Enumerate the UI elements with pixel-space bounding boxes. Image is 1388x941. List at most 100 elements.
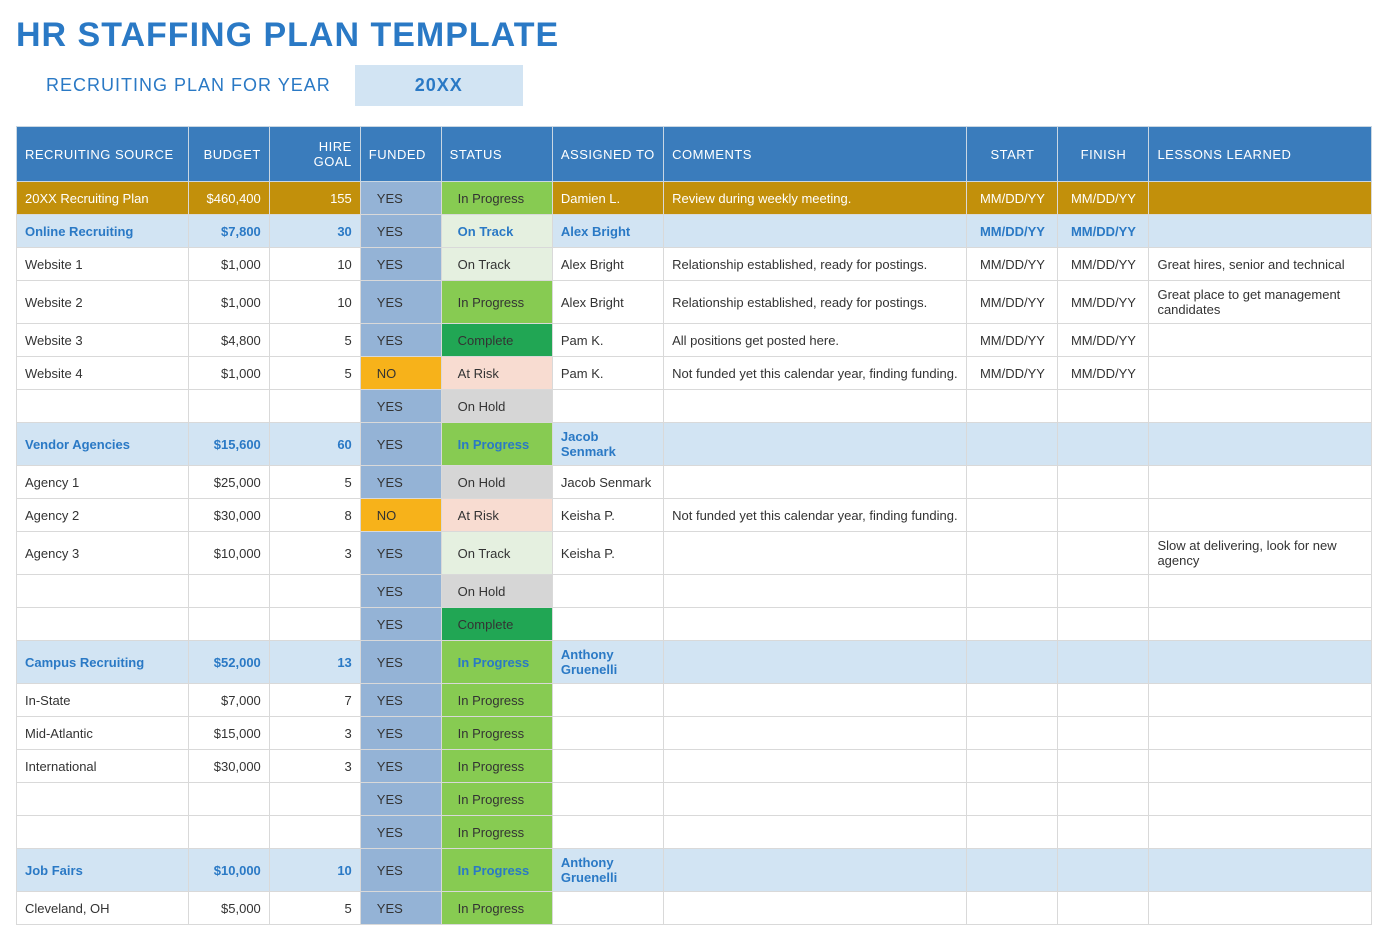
cell-assigned[interactable]	[552, 750, 663, 783]
cell-lessons[interactable]	[1149, 499, 1372, 532]
cell-funded[interactable]: YES	[360, 390, 441, 423]
cell-hire[interactable]: 3	[269, 750, 360, 783]
cell-start[interactable]: MM/DD/YY	[967, 248, 1058, 281]
cell-start[interactable]	[967, 499, 1058, 532]
cell-comments[interactable]	[664, 390, 967, 423]
cell-budget[interactable]	[188, 390, 269, 423]
cell-source[interactable]: Agency 1	[17, 466, 189, 499]
cell-funded[interactable]: YES	[360, 281, 441, 324]
cell-start[interactable]	[967, 892, 1058, 925]
cell-status[interactable]: In Progress	[441, 281, 552, 324]
cell-finish[interactable]: MM/DD/YY	[1058, 324, 1149, 357]
cell-start[interactable]	[967, 608, 1058, 641]
cell-funded[interactable]: NO	[360, 357, 441, 390]
cell-comments[interactable]	[664, 532, 967, 575]
cell-hire[interactable]: 5	[269, 324, 360, 357]
cell-start[interactable]	[967, 816, 1058, 849]
cell-budget[interactable]: $4,800	[188, 324, 269, 357]
cell-comments[interactable]	[664, 641, 967, 684]
cell-assigned[interactable]	[552, 684, 663, 717]
cell-assigned[interactable]: Anthony Gruenelli	[552, 849, 663, 892]
cell-lessons[interactable]	[1149, 816, 1372, 849]
cell-lessons[interactable]: Great hires, senior and technical	[1149, 248, 1372, 281]
cell-finish[interactable]	[1058, 783, 1149, 816]
cell-budget[interactable]	[188, 608, 269, 641]
cell-source[interactable]	[17, 783, 189, 816]
cell-finish[interactable]	[1058, 684, 1149, 717]
cell-budget[interactable]: $5,000	[188, 892, 269, 925]
cell-source[interactable]: Vendor Agencies	[17, 423, 189, 466]
cell-comments[interactable]: Review during weekly meeting.	[664, 182, 967, 215]
cell-budget[interactable]	[188, 575, 269, 608]
cell-assigned[interactable]	[552, 717, 663, 750]
cell-finish[interactable]: MM/DD/YY	[1058, 281, 1149, 324]
cell-hire[interactable]	[269, 608, 360, 641]
cell-status[interactable]: In Progress	[441, 750, 552, 783]
cell-lessons[interactable]	[1149, 575, 1372, 608]
cell-status[interactable]: On Track	[441, 248, 552, 281]
cell-finish[interactable]	[1058, 750, 1149, 783]
cell-source[interactable]	[17, 575, 189, 608]
cell-comments[interactable]	[664, 816, 967, 849]
cell-source[interactable]: Online Recruiting	[17, 215, 189, 248]
cell-assigned[interactable]	[552, 575, 663, 608]
cell-status[interactable]: On Hold	[441, 390, 552, 423]
cell-status[interactable]: In Progress	[441, 717, 552, 750]
cell-hire[interactable]: 60	[269, 423, 360, 466]
cell-assigned[interactable]: Alex Bright	[552, 215, 663, 248]
cell-status[interactable]: In Progress	[441, 423, 552, 466]
cell-status[interactable]: Complete	[441, 608, 552, 641]
cell-lessons[interactable]	[1149, 641, 1372, 684]
cell-funded[interactable]: YES	[360, 750, 441, 783]
cell-funded[interactable]: NO	[360, 499, 441, 532]
cell-start[interactable]	[967, 423, 1058, 466]
cell-lessons[interactable]	[1149, 324, 1372, 357]
cell-assigned[interactable]: Alex Bright	[552, 281, 663, 324]
cell-status[interactable]: At Risk	[441, 357, 552, 390]
cell-start[interactable]: MM/DD/YY	[967, 324, 1058, 357]
cell-hire[interactable]: 3	[269, 717, 360, 750]
cell-funded[interactable]: YES	[360, 532, 441, 575]
cell-source[interactable]: Agency 3	[17, 532, 189, 575]
cell-hire[interactable]	[269, 783, 360, 816]
cell-assigned[interactable]: Pam K.	[552, 324, 663, 357]
cell-assigned[interactable]	[552, 783, 663, 816]
cell-comments[interactable]	[664, 750, 967, 783]
cell-hire[interactable]: 5	[269, 892, 360, 925]
cell-hire[interactable]: 30	[269, 215, 360, 248]
cell-finish[interactable]	[1058, 390, 1149, 423]
cell-source[interactable]: Campus Recruiting	[17, 641, 189, 684]
cell-comments[interactable]: All positions get posted here.	[664, 324, 967, 357]
cell-comments[interactable]	[664, 215, 967, 248]
cell-source[interactable]: Cleveland, OH	[17, 892, 189, 925]
cell-comments[interactable]: Not funded yet this calendar year, findi…	[664, 499, 967, 532]
cell-status[interactable]: On Track	[441, 215, 552, 248]
cell-lessons[interactable]	[1149, 750, 1372, 783]
cell-funded[interactable]: YES	[360, 892, 441, 925]
cell-finish[interactable]: MM/DD/YY	[1058, 215, 1149, 248]
cell-source[interactable]: 20XX Recruiting Plan	[17, 182, 189, 215]
cell-budget[interactable]: $30,000	[188, 499, 269, 532]
cell-assigned[interactable]: Alex Bright	[552, 248, 663, 281]
cell-comments[interactable]	[664, 892, 967, 925]
cell-finish[interactable]	[1058, 423, 1149, 466]
cell-budget[interactable]: $30,000	[188, 750, 269, 783]
cell-status[interactable]: In Progress	[441, 182, 552, 215]
cell-finish[interactable]	[1058, 717, 1149, 750]
cell-start[interactable]	[967, 641, 1058, 684]
cell-status[interactable]: In Progress	[441, 816, 552, 849]
cell-hire[interactable]: 5	[269, 357, 360, 390]
cell-comments[interactable]	[664, 608, 967, 641]
cell-start[interactable]: MM/DD/YY	[967, 215, 1058, 248]
cell-status[interactable]: On Hold	[441, 575, 552, 608]
cell-lessons[interactable]	[1149, 783, 1372, 816]
cell-lessons[interactable]	[1149, 849, 1372, 892]
cell-assigned[interactable]: Jacob Senmark	[552, 466, 663, 499]
cell-hire[interactable]: 10	[269, 248, 360, 281]
cell-finish[interactable]	[1058, 608, 1149, 641]
cell-comments[interactable]	[664, 849, 967, 892]
cell-finish[interactable]: MM/DD/YY	[1058, 357, 1149, 390]
cell-start[interactable]	[967, 783, 1058, 816]
cell-comments[interactable]	[664, 684, 967, 717]
cell-comments[interactable]: Relationship established, ready for post…	[664, 248, 967, 281]
